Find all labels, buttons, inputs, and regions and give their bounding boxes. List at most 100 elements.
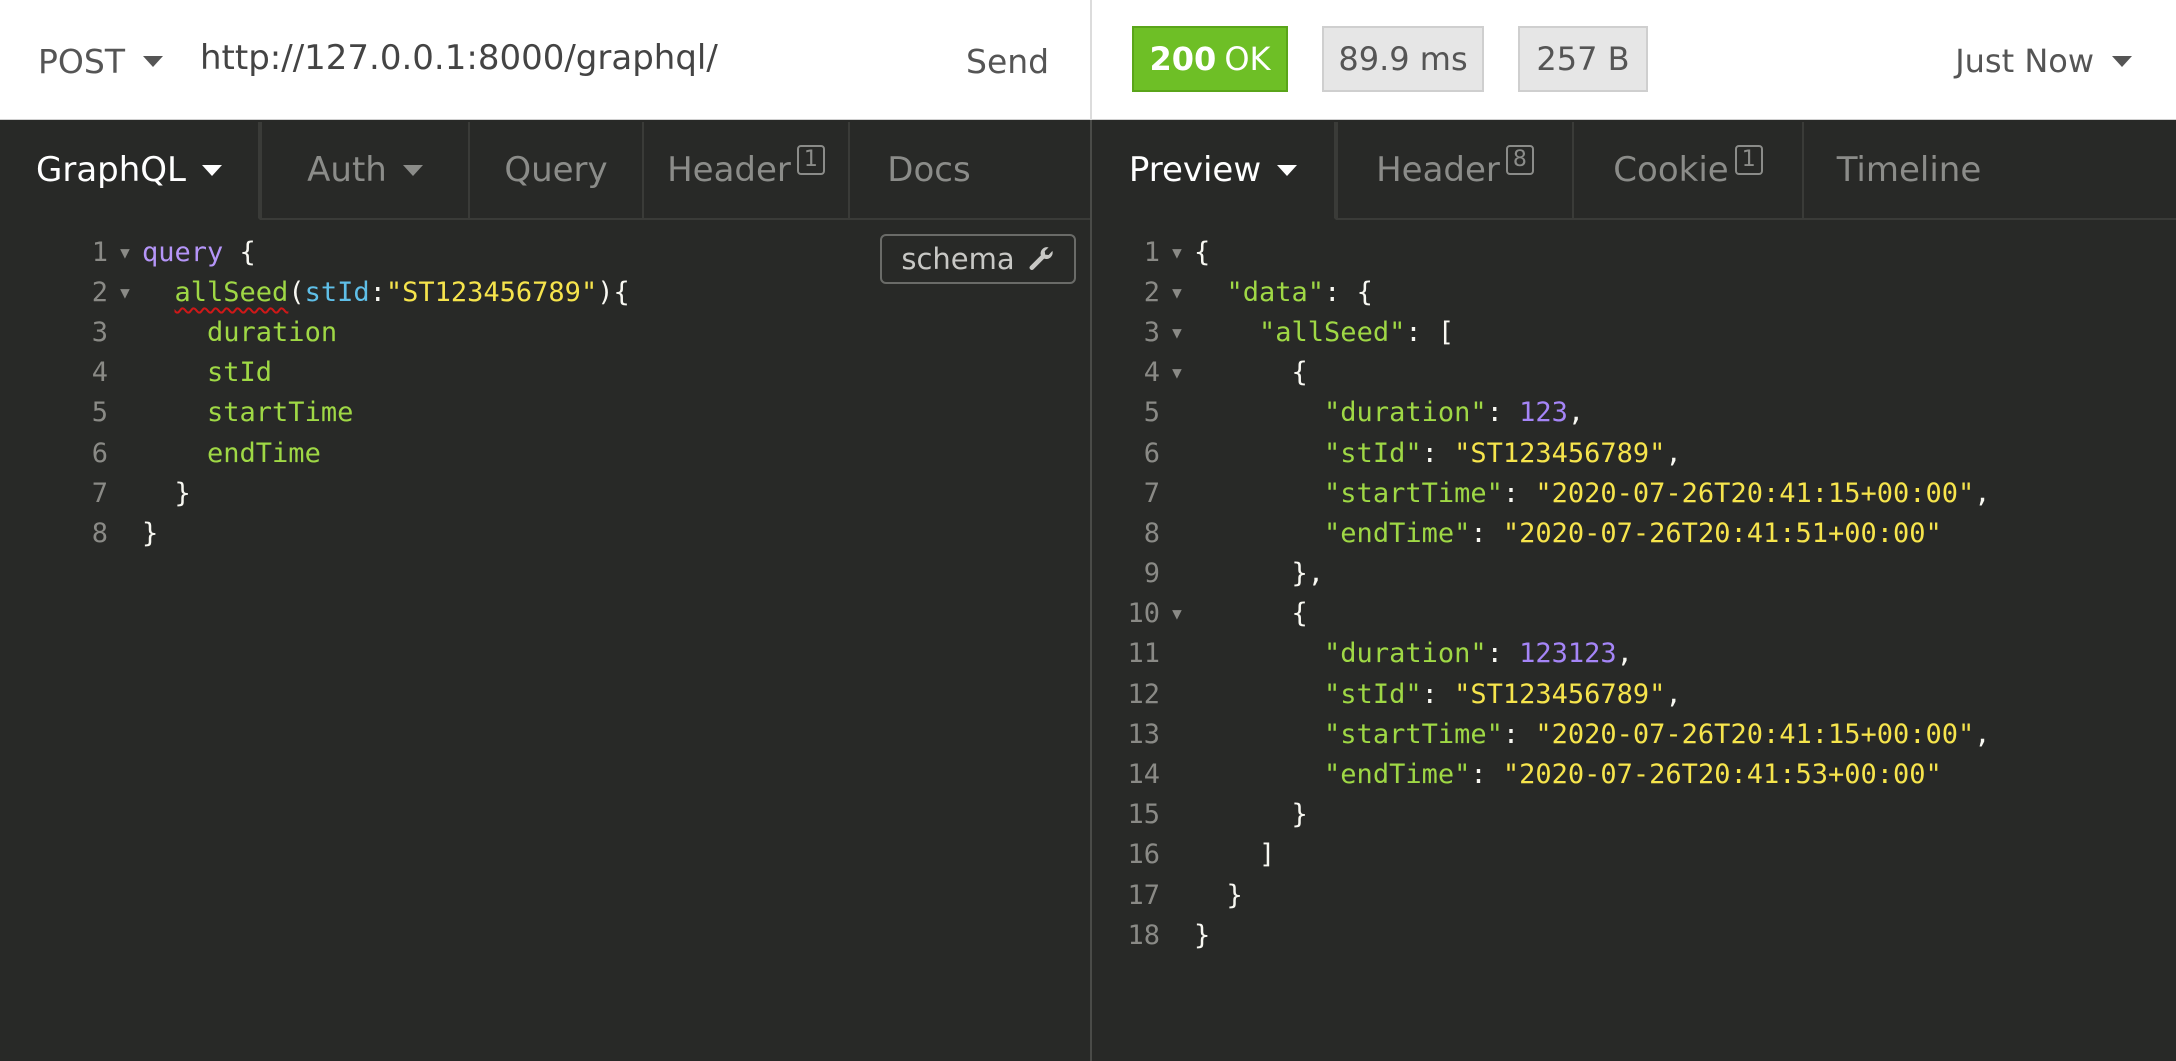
line-number: 2 <box>1143 276 1160 308</box>
line-number: 5 <box>91 397 108 429</box>
chevron-down-icon <box>1277 164 1298 176</box>
tab-label: GraphQL <box>36 150 186 190</box>
line-number: 6 <box>91 437 108 469</box>
json-key: "endTime" <box>1324 759 1471 791</box>
code-line: 7 } <box>0 473 1090 513</box>
code-line: 15 } <box>1092 795 2176 835</box>
tab-label: Header <box>1376 150 1500 190</box>
history-dropdown[interactable]: Just Now <box>1955 42 2132 80</box>
json-string: "2020-07-26T20:41:15+00:00" <box>1535 718 1975 750</box>
code-line: 9 }, <box>1092 554 2176 594</box>
tab-label: Auth <box>307 150 387 190</box>
line-number: 9 <box>1143 558 1160 590</box>
fold-icon[interactable]: ▼ <box>1160 243 1194 262</box>
response-size-badge: 257 B <box>1518 26 1648 92</box>
chevron-down-icon <box>2112 55 2132 67</box>
tab-preview[interactable]: Preview <box>1092 122 1336 220</box>
brace: } <box>142 517 159 549</box>
brace: { <box>239 236 256 268</box>
code-line: 16 ] <box>1092 835 2176 875</box>
request-tabs: GraphQL Auth Query Header 1 Docs <box>0 122 1090 220</box>
selection-field: endTime <box>207 437 321 469</box>
fold-icon[interactable]: ▼ <box>108 243 142 262</box>
selection-field: startTime <box>207 397 354 429</box>
json-string: "2020-07-26T20:41:15+00:00" <box>1535 477 1975 509</box>
tab-graphql[interactable]: GraphQL <box>0 122 260 220</box>
tab-auth[interactable]: Auth <box>260 122 468 220</box>
selection-field: duration <box>207 316 338 348</box>
arg-name: stId <box>304 276 370 308</box>
fold-icon[interactable]: ▼ <box>1160 323 1194 342</box>
chevron-down-icon <box>402 164 423 176</box>
json-key: "stId" <box>1324 678 1422 710</box>
line-number: 6 <box>1143 437 1160 469</box>
brace: } <box>174 477 191 509</box>
tab-label: Header <box>667 150 791 190</box>
tab-timeline[interactable]: Timeline <box>1802 122 2014 220</box>
tab-filler <box>2014 122 2176 220</box>
tab-label: Preview <box>1128 150 1262 190</box>
json-string: "ST123456789" <box>1454 678 1666 710</box>
code-line: 3 duration <box>0 312 1090 352</box>
code-line: 8} <box>0 513 1090 553</box>
json-string: "2020-07-26T20:41:51+00:00" <box>1502 517 1942 549</box>
code-line: 2 ▼ allSeed(stId: "ST123456789"){ <box>0 272 1090 312</box>
code-line: 14 "endTime": "2020-07-26T20:41:53+00:00… <box>1092 754 2176 794</box>
query-keyword: query <box>142 236 224 268</box>
method-dropdown[interactable]: POST <box>38 42 163 81</box>
json-key: "duration" <box>1324 638 1487 670</box>
line-number: 18 <box>1127 919 1160 951</box>
line-number: 4 <box>91 357 108 389</box>
line-number: 8 <box>91 517 108 549</box>
code-line: 18} <box>1092 915 2176 955</box>
tab-cookie[interactable]: Cookie 1 <box>1572 122 1802 220</box>
tab-label: Docs <box>887 150 971 190</box>
line-number: 3 <box>1143 316 1160 348</box>
json-string: "2020-07-26T20:41:53+00:00" <box>1502 759 1942 791</box>
code-line: 4 stId <box>0 353 1090 393</box>
tab-label: Query <box>504 150 608 190</box>
line-number: 7 <box>1143 477 1160 509</box>
method-label: POST <box>38 42 125 81</box>
chevron-down-icon <box>142 56 163 67</box>
line-number: 7 <box>91 477 108 509</box>
code-line: 1 ▼{ <box>1092 232 2176 272</box>
tab-header[interactable]: Header 1 <box>642 122 848 220</box>
tab-label: Timeline <box>1836 150 1982 190</box>
code-line: 5 startTime <box>0 393 1090 433</box>
request-url-bar: POST http://127.0.0.1:8000/graphql/ Send <box>0 0 1090 120</box>
line-number: 11 <box>1127 638 1160 670</box>
code-line: 5 "duration": 123, <box>1092 393 2176 433</box>
tab-filler <box>1008 122 1090 220</box>
line-number: 4 <box>1143 357 1160 389</box>
chevron-down-icon <box>202 164 222 176</box>
line-number: 17 <box>1127 879 1160 911</box>
status-code: 200 <box>1149 40 1217 78</box>
tab-query[interactable]: Query <box>468 122 642 220</box>
send-button[interactable]: Send <box>966 42 1049 81</box>
fold-icon[interactable]: ▼ <box>1160 363 1194 382</box>
line-number: 14 <box>1127 759 1160 791</box>
selection-field: stId <box>207 357 273 389</box>
json-key: "stId" <box>1324 437 1422 469</box>
code-line: 12 "stId": "ST123456789", <box>1092 674 2176 714</box>
tab-docs[interactable]: Docs <box>848 122 1008 220</box>
url-input[interactable]: http://127.0.0.1:8000/graphql/ <box>200 38 718 78</box>
query-editor[interactable]: 1 ▼ query { 2 ▼ allSeed(stId: "ST123456789")… <box>0 232 1090 554</box>
status-badge: 200 OK <box>1132 26 1288 92</box>
line-number: 16 <box>1127 839 1160 871</box>
json-number: 123123 <box>1519 638 1617 670</box>
query-field: allSeed <box>174 276 289 308</box>
fold-icon[interactable]: ▼ <box>1160 283 1194 302</box>
tab-response-header[interactable]: Header 8 <box>1336 122 1572 220</box>
fold-icon[interactable]: ▼ <box>108 283 142 302</box>
json-number: 123 <box>1519 397 1568 429</box>
json-key: "startTime" <box>1324 718 1503 750</box>
code-line: 1 ▼ query { <box>0 232 1090 272</box>
code-line: 13 "startTime": "2020-07-26T20:41:15+00:… <box>1092 714 2176 754</box>
response-preview[interactable]: 1 ▼{ 2 ▼ "data": { 3 ▼ "allSeed": [ 4 ▼ { 5 … <box>1092 232 2176 955</box>
code-line: 11 "duration": 123123, <box>1092 634 2176 674</box>
code-line: 2 ▼ "data": { <box>1092 272 2176 312</box>
status-text: OK <box>1224 40 1271 78</box>
fold-icon[interactable]: ▼ <box>1160 604 1194 623</box>
